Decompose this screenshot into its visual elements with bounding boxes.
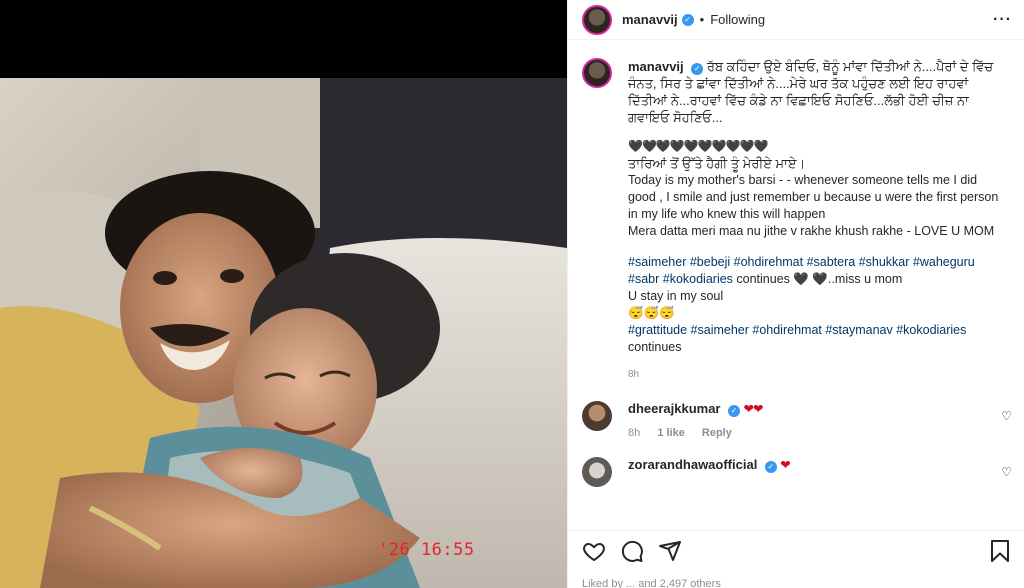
comment-icon[interactable]	[620, 539, 644, 563]
comment-meta: 8h 1 like Reply	[628, 427, 1001, 439]
bookmark-icon[interactable]	[988, 539, 1012, 563]
caption-username[interactable]: manavvij	[628, 59, 684, 74]
caption-avatar[interactable]	[582, 58, 612, 88]
verified-badge-icon: ✓	[727, 405, 740, 417]
heart-icon[interactable]	[582, 539, 606, 563]
comment-item: zorarandhawaofficial ✓ ❤ ♡	[568, 457, 1024, 487]
verified-badge-icon: ✓	[681, 13, 694, 26]
comment-username[interactable]: dheerajkkumar	[628, 401, 721, 416]
caption-english-2: Mera datta meri maa nu jithe v rakhe khu…	[628, 224, 995, 238]
hashtag-links-2[interactable]: #grattitude #saimeher #ohdirehmat #staym…	[628, 322, 1000, 339]
photo-illustration	[0, 78, 567, 588]
comment-time[interactable]: 8h	[628, 427, 640, 439]
comment-likes[interactable]: 1 like	[657, 427, 685, 439]
verified-badge-icon: ✓	[764, 461, 777, 473]
author-username[interactable]: manavvij	[622, 12, 678, 27]
caption-punjabi-line2: ਤਾਰਿਆਂ ਤੋਂ ਉੱਤੇ ਹੈਗੀ ਤੂੰ ਮੇਰੀਏ ਮਾਏ।	[628, 156, 806, 171]
comment-username[interactable]: zorarandhawaofficial	[628, 457, 757, 472]
caption-emojis: 😴😴😴	[628, 306, 675, 320]
caption-english-1: Today is my mother's barsi - - whenever …	[628, 173, 999, 221]
author-avatar[interactable]	[582, 4, 612, 35]
caption-continues-2: continues	[628, 340, 682, 354]
post-detail-panel: manavvij ✓ • Following ··· manavvij ✓ ਰੱ…	[567, 0, 1024, 588]
photo-timestamp: '26 16:55	[378, 540, 475, 560]
comment-text: ❤	[780, 458, 791, 472]
comment-avatar[interactable]	[582, 457, 612, 487]
comment-text: ❤❤	[743, 402, 763, 416]
post-header: manavvij ✓ • Following ···	[568, 0, 1024, 40]
caption-time[interactable]: 8h	[628, 366, 1000, 383]
verified-badge-icon: ✓	[691, 63, 704, 75]
caption-hashtags-1: #saimeher #bebeji #ohdirehmat #sabtera #…	[628, 254, 1000, 288]
comment-like-heart-icon[interactable]: ♡	[1001, 409, 1012, 423]
caption-continues-1: continues 🖤 🖤..miss u mom	[732, 272, 903, 286]
caption: manavvij ✓ ਰੱਬ ਕਹਿੰਦਾ ਉਏ ਬੰਦਿਓ, ਥੋਨੂੰ ਮਾ…	[568, 58, 1024, 383]
caption-body: manavvij ✓ ਰੱਬ ਕਹਿੰਦਾ ਉਏ ਬੰਦਿਓ, ਥੋਨੂੰ ਮਾ…	[628, 58, 1000, 383]
share-icon[interactable]	[658, 539, 682, 563]
separator-dot: •	[699, 12, 705, 27]
caption-hearts: 🖤🖤🖤🖤🖤🖤🖤🖤🖤🖤	[628, 139, 768, 153]
comment-like-heart-icon[interactable]: ♡	[1001, 465, 1012, 479]
post-media[interactable]: '26 16:55	[0, 0, 567, 588]
comment-body: dheerajkkumar ✓ ❤❤ 8h 1 like Reply	[628, 401, 1001, 439]
comment-reply-button[interactable]: Reply	[702, 427, 732, 439]
caption-soul-line: U stay in my soul	[628, 289, 724, 303]
caption-punjabi: manavvij ✓ ਰੱਬ ਕਹਿੰਦਾ ਉਏ ਬੰਦਿਓ, ਥੋਨੂੰ ਮਾ…	[628, 58, 1000, 126]
comments-scroll-area[interactable]: manavvij ✓ ਰੱਬ ਕਹਿੰਦਾ ਉਏ ਬੰਦਿਓ, ਥੋਨੂੰ ਮਾ…	[568, 58, 1024, 528]
post-photo	[0, 78, 567, 588]
comment-body: zorarandhawaofficial ✓ ❤	[628, 457, 1001, 473]
comment-item: dheerajkkumar ✓ ❤❤ 8h 1 like Reply ♡	[568, 401, 1024, 439]
following-button[interactable]: Following	[710, 12, 765, 27]
likes-summary[interactable]: Liked by ... and 2,497 others	[582, 578, 721, 588]
more-options-icon[interactable]: ···	[993, 11, 1012, 29]
comment-avatar[interactable]	[582, 401, 612, 431]
